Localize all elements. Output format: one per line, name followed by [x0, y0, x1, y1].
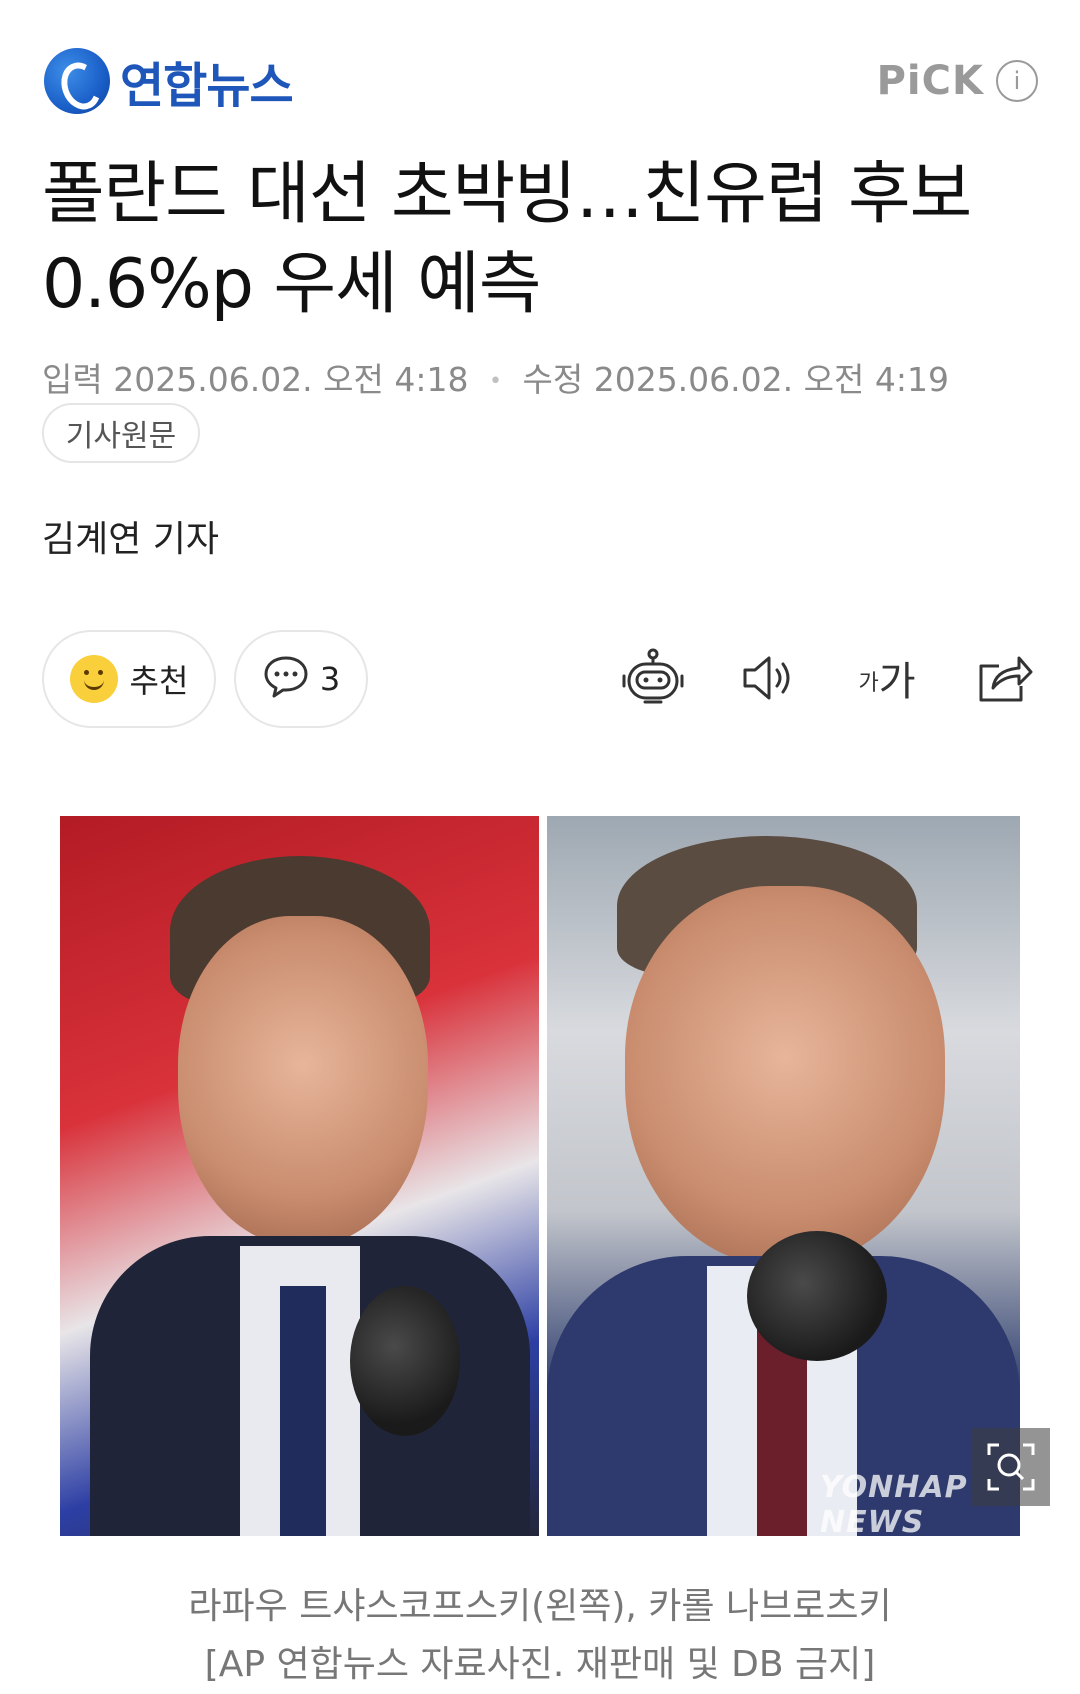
photo-left-candidate — [60, 816, 539, 1536]
font-size-large-glyph: 가 — [878, 659, 916, 705]
info-icon[interactable]: i — [996, 60, 1038, 102]
article-timestamps: 입력 2025.06.02. 오전 4:18 • 수정 2025.06.02. … — [42, 353, 949, 401]
modified-time: 2025.06.02. 오전 4:19 — [593, 360, 949, 399]
article-title: 폴란드 대선 초박빙…친유럽 후보 0.6%p 우세 예측 — [42, 150, 1042, 330]
header: 연합뉴스 PiCK i — [0, 0, 1080, 130]
recommend-label: 추천 — [129, 662, 189, 700]
comment-button[interactable]: 3 — [234, 630, 368, 728]
robot-icon — [622, 648, 684, 704]
smile-icon — [69, 655, 118, 703]
text-to-speech-button[interactable] — [736, 645, 802, 711]
zoom-expand-icon — [987, 1443, 1035, 1491]
share-button[interactable] — [972, 645, 1038, 711]
original-article-button[interactable]: 기사원문 — [42, 403, 200, 463]
reporter-byline: 김계연 기자 — [42, 519, 220, 560]
font-size-small-glyph: 가 — [858, 671, 879, 696]
modified-label: 수정 — [522, 360, 584, 399]
photo-zoom-button[interactable] — [972, 1428, 1050, 1506]
article-title-line-2: 0.6%p 우세 예측 — [42, 245, 541, 324]
article-photo[interactable] — [60, 816, 1020, 1536]
brand-name: 연합뉴스 — [120, 58, 294, 114]
input-label: 입력 — [42, 360, 103, 399]
separator-dot: • — [488, 369, 502, 394]
font-size-button[interactable]: 가 가 — [852, 645, 922, 711]
article-title-line-1: 폴란드 대선 초박빙…친유럽 후보 — [42, 155, 972, 234]
photo-right-candidate — [547, 816, 1020, 1536]
pick-badge[interactable]: PiCK i — [877, 58, 1038, 104]
yonhap-logo[interactable]: 연합뉴스 — [44, 46, 294, 116]
photo-caption: 라파우 트샤스코프스키(왼쪽), 카롤 나브로츠키 [AP 연합뉴스 자료사진.… — [60, 1578, 1020, 1694]
pick-label: PiCK — [876, 58, 984, 104]
ai-summary-robot-button[interactable] — [620, 645, 686, 711]
speaker-icon — [743, 656, 790, 700]
comment-count: 3 — [319, 660, 341, 698]
photo-caption-line-1: 라파우 트샤스코프스키(왼쪽), 카롤 나브로츠키 — [188, 1586, 892, 1627]
input-time: 2025.06.02. 오전 4:18 — [113, 360, 469, 399]
share-icon — [979, 656, 1033, 702]
comment-bubble-icon — [262, 654, 310, 704]
photo-caption-line-2: [AP 연합뉴스 자료사진. 재판매 및 DB 금지] — [204, 1644, 876, 1685]
recommend-button[interactable]: 추천 — [42, 630, 216, 728]
yonhap-logo-icon — [44, 48, 110, 114]
